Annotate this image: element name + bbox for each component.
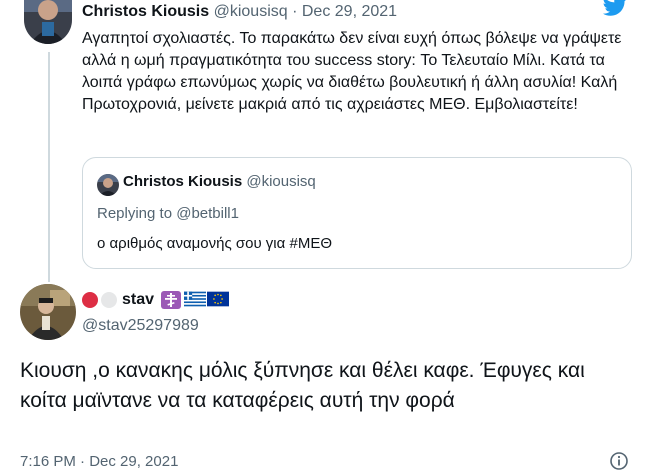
replying-to-label: Replying to: [97, 205, 173, 222]
avatar-stav[interactable]: [20, 284, 76, 340]
tweet-timestamp[interactable]: 7:16 PM · Dec 29, 2021: [20, 452, 178, 470]
quoted-tweet-header: Christos Kiousis @kiousisq: [97, 172, 316, 192]
avatar-christos-kiousis[interactable]: [24, 0, 72, 44]
red-circle-icon: [82, 292, 98, 308]
author-name[interactable]: Christos Kiousis: [82, 3, 209, 20]
parent-tweet-header: Christos Kiousis @kiousisq · Dec 29, 202…: [82, 2, 397, 22]
thread-connector-line: [48, 52, 50, 282]
quoted-tweet-text: ο αριθμός αναμονής σου για #ΜΕΘ: [97, 235, 332, 252]
separator: ·: [292, 3, 298, 20]
quoted-author-handle: @kiousisq: [246, 173, 316, 190]
orthodox-cross-icon: [161, 291, 182, 309]
eu-flag-icon: [207, 291, 230, 309]
main-tweet-header: stav: [82, 290, 230, 310]
quoted-author-name: Christos Kiousis: [123, 173, 243, 190]
quoted-tweet-card[interactable]: Christos Kiousis @kiousisq Replying to @…: [82, 157, 632, 269]
replying-to-line: Replying to @betbill1: [97, 204, 239, 224]
author-handle[interactable]: @kiousisq: [214, 3, 288, 20]
white-circle-icon: [101, 292, 117, 308]
main-handle[interactable]: @stav25297989: [82, 316, 199, 336]
main-display-name[interactable]: stav: [122, 291, 154, 309]
replying-to-handle[interactable]: @betbill1: [176, 205, 239, 222]
info-icon[interactable]: [609, 451, 629, 470]
twitter-bird-icon[interactable]: [603, 0, 627, 18]
tweet-date[interactable]: Dec 29, 2021: [302, 3, 397, 20]
main-tweet-text: Κιουση ,ο κανακης μόλις ξύπνησε και θέλε…: [20, 359, 585, 412]
parent-tweet-text: Αγαπητοί σχολιαστές. Το παρακάτω δεν είν…: [82, 30, 622, 113]
greece-flag-icon: [184, 291, 207, 309]
